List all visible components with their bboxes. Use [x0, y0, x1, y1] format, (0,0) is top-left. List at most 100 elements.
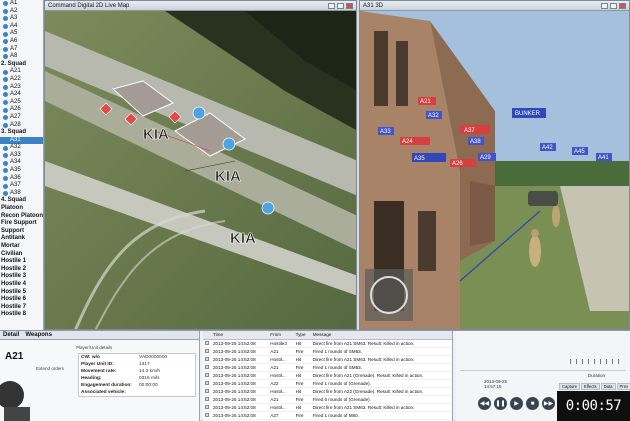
tree-unit-item[interactable]: A35	[0, 167, 43, 175]
table-row[interactable]: 2013-09-25 14:52:08A21FireFired 1 rounds…	[203, 347, 452, 355]
bottom-panel: Detail Weapons A21 Extend orders Player/…	[0, 330, 630, 420]
tree-group[interactable]: Recon Platoon	[0, 213, 43, 221]
row-icon-cell	[203, 396, 211, 404]
minimize-button[interactable]	[601, 3, 608, 9]
tree-group[interactable]: Antitank	[0, 235, 43, 243]
tab-weapons[interactable]: Weapons	[25, 332, 52, 338]
tree-group[interactable]: 3. Squad	[0, 129, 43, 137]
3d-unit-label: A32	[428, 113, 439, 119]
event-log[interactable]: TimeFromTypeMessage 2013-09-25 14:52:08H…	[203, 331, 453, 421]
tree-unit-item[interactable]: A8	[0, 53, 43, 61]
tree-group[interactable]: Support	[0, 228, 43, 236]
forward-button[interactable]: ▶▶	[542, 397, 555, 410]
log-column-header[interactable]	[203, 331, 211, 339]
tree-group[interactable]: Hostile 6	[0, 296, 43, 304]
table-row[interactable]: 2013-09-25 14:52:08A22FireFired 1 rounds…	[203, 379, 452, 387]
table-row[interactable]: 2013-09-25 14:52:08Hostil...HitDirect fi…	[203, 388, 452, 396]
tree-group[interactable]: Civilian	[0, 251, 43, 259]
tree-unit-item[interactable]: A26	[0, 106, 43, 114]
playback-tab[interactable]: Effects	[581, 383, 600, 390]
tree-unit-item[interactable]: A33	[0, 152, 43, 160]
tree-unit-item[interactable]: A21	[0, 68, 43, 76]
stop-button[interactable]: ■	[526, 397, 539, 410]
tree-group[interactable]: Fire Support	[0, 220, 43, 228]
tree-unit-item[interactable]: A1	[0, 0, 43, 8]
tree-group[interactable]: Hostile 5	[0, 289, 43, 297]
maximize-button[interactable]	[337, 3, 344, 9]
maximize-button[interactable]	[610, 3, 617, 9]
tree-unit-item[interactable]: A27	[0, 114, 43, 122]
event-icon	[205, 397, 209, 401]
tree-unit-item[interactable]: A2	[0, 8, 43, 16]
log-column-header[interactable]: Message	[311, 331, 452, 339]
elapsed-timer: 0:00:57	[557, 391, 630, 421]
tree-unit-item[interactable]: A3	[0, 15, 43, 23]
tree-group[interactable]: Hostile 8	[0, 311, 43, 319]
table-row[interactable]: 2013-09-25 14:52:08Hostil...HitDirect fi…	[203, 371, 452, 379]
unit-tree[interactable]: A1A2A3A4A5A6A7A82. SquadA21A22A23A24A25A…	[0, 0, 44, 330]
tab-detail[interactable]: Detail	[3, 332, 19, 338]
tree-unit-item[interactable]: A5	[0, 30, 43, 38]
tree-unit-item[interactable]: A22	[0, 76, 43, 84]
tree-group[interactable]: 4. Squad	[0, 197, 43, 205]
tree-unit-item[interactable]: A38	[0, 190, 43, 198]
log-column-header[interactable]: Time	[211, 331, 268, 339]
3d-scene[interactable]: A21 A32 A33 A24 A35 A26 A37 A38 A29 BUNK…	[360, 11, 630, 330]
tree-group[interactable]: Hostile 2	[0, 266, 43, 274]
tree-unit-item[interactable]: A37	[0, 182, 43, 190]
playback-datetime: 2013-09-25 14:57:15	[484, 379, 507, 389]
tree-unit-item[interactable]: A34	[0, 159, 43, 167]
tree-unit-item[interactable]: A36	[0, 175, 43, 183]
timeline-slider[interactable]	[460, 341, 626, 371]
tree-unit-item[interactable]: A28	[0, 122, 43, 130]
timeline-tick	[606, 359, 607, 364]
pause-button[interactable]: ❚❚	[494, 397, 507, 410]
tree-item-label: A23	[10, 84, 21, 92]
tree-unit-item[interactable]: A7	[0, 46, 43, 54]
stat-key: Heading:	[81, 375, 139, 382]
aerial-map[interactable]: KIA KIA KIA	[45, 11, 357, 330]
log-column-header[interactable]: Type	[294, 331, 311, 339]
table-row[interactable]: 2013-09-25 14:52:08A21FireFired 1 rounds…	[203, 363, 452, 371]
tree-unit-item[interactable]: A32	[0, 144, 43, 152]
tree-unit-item[interactable]: A31	[0, 137, 43, 145]
play-button[interactable]: ▶	[510, 397, 523, 410]
table-row[interactable]: 2013-09-25 14:52:08Hostil...HitDirect fi…	[203, 404, 452, 412]
table-row[interactable]: 2013-09-25 14:52:08A21FireFired 5 rounds…	[203, 396, 452, 404]
tree-unit-item[interactable]: A23	[0, 84, 43, 92]
tree-item-label: Antitank	[1, 235, 25, 243]
tree-unit-item[interactable]: A25	[0, 99, 43, 107]
playback-tab[interactable]: Capture	[559, 383, 580, 390]
row-icon-cell	[203, 347, 211, 355]
table-row[interactable]: 2013-09-25 14:52:08Hostile3HitDirect fir…	[203, 339, 452, 347]
tree-group[interactable]: Hostile 7	[0, 304, 43, 312]
minimize-button[interactable]	[328, 3, 335, 9]
tree-item-label: Fire Support	[1, 220, 37, 228]
table-row[interactable]: 2013-09-25 14:52:08Hostil...HitDirect fi…	[203, 355, 452, 363]
tree-item-label: A24	[10, 91, 21, 99]
close-button[interactable]	[619, 3, 626, 9]
tree-group[interactable]: Platoon	[0, 205, 43, 213]
3d-unit-label: A37	[464, 128, 475, 134]
tree-group[interactable]: Hostile 4	[0, 281, 43, 289]
tree-unit-item[interactable]: A6	[0, 38, 43, 46]
tree-group[interactable]: Hostile 3	[0, 273, 43, 281]
playback-tab[interactable]: Prev	[617, 383, 630, 390]
close-button[interactable]	[346, 3, 353, 9]
view-3d-window[interactable]: A31 3D A21 A32 A33	[359, 0, 630, 330]
map-2d-titlebar[interactable]: Command Digital 2D Live Map	[45, 1, 356, 11]
tree-group[interactable]: 2. Squad	[0, 61, 43, 69]
log-column-header[interactable]: From	[268, 331, 293, 339]
table-row[interactable]: 2013-09-25 14:52:08A27FireFired 1 rounds…	[203, 412, 452, 420]
tree-item-label: A7	[10, 46, 17, 54]
view-3d-titlebar[interactable]: A31 3D	[360, 1, 629, 11]
playback-tab[interactable]: Data	[601, 383, 616, 390]
map-2d-window[interactable]: Command Digital 2D Live Map	[44, 0, 357, 330]
event-icon	[205, 373, 209, 377]
tree-group[interactable]: Mortar	[0, 243, 43, 251]
unit-name: A21	[5, 351, 23, 362]
rewind-button[interactable]: ◀◀	[478, 397, 491, 410]
tree-group[interactable]: Hostile 1	[0, 258, 43, 266]
tree-unit-item[interactable]: A4	[0, 23, 43, 31]
tree-unit-item[interactable]: A24	[0, 91, 43, 99]
